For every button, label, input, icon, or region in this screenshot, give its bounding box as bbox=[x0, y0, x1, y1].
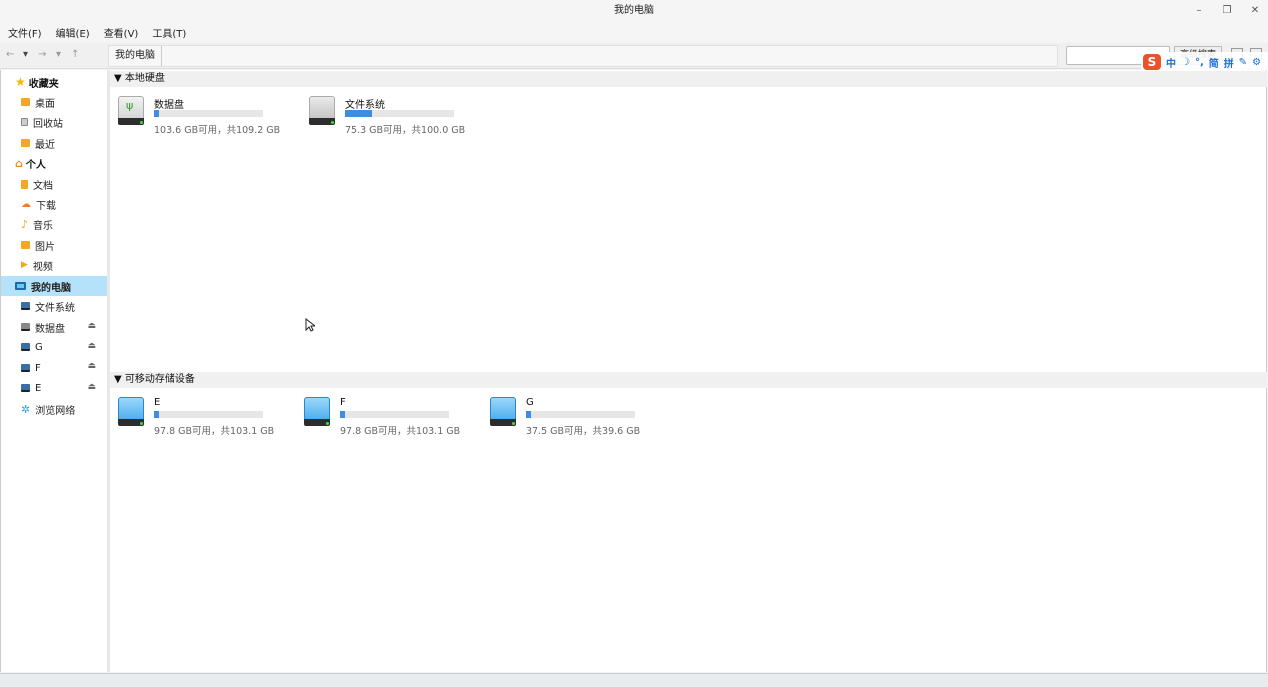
usage-bar bbox=[154, 110, 263, 117]
punctuation-icon[interactable]: °, bbox=[1195, 57, 1204, 68]
section-local-disks[interactable]: ▼ 本地硬盘 bbox=[110, 71, 1267, 87]
toolbar: ← ▾ → ▾ ↑ 我的电脑 高级搜索 bbox=[0, 43, 1268, 69]
close-icon[interactable]: ✕ bbox=[1250, 6, 1260, 16]
menu-bar: 文件(F) 编辑(E) 查看(V) 工具(T) bbox=[0, 22, 1268, 42]
sidebar-item-music[interactable]: ♪ 音乐 bbox=[21, 216, 53, 232]
up-icon[interactable]: ↑ bbox=[71, 49, 79, 60]
ime-chinese-mode[interactable]: 中 bbox=[1166, 55, 1176, 70]
mouse-cursor-icon bbox=[305, 318, 315, 332]
recent-icon bbox=[21, 139, 30, 147]
eject-icon[interactable]: ⏏ bbox=[87, 321, 96, 331]
drive-tile-e[interactable]: E 97.8 GB可用，共103.1 GB bbox=[110, 397, 290, 441]
drive-tile-f[interactable]: F 97.8 GB可用，共103.1 GB bbox=[296, 397, 476, 441]
drive-tile-filesystem[interactable]: 文件系统 75.3 GB可用，共100.0 GB bbox=[301, 96, 481, 140]
desktop-icon bbox=[21, 98, 30, 106]
sidebar-item-recent[interactable]: 最近 bbox=[21, 135, 55, 151]
eject-icon[interactable]: ⏏ bbox=[87, 361, 96, 371]
drive-name: F bbox=[340, 397, 346, 408]
drive-tile-data-disk[interactable]: ψ 数据盘 103.6 GB可用，共109.2 GB bbox=[110, 96, 290, 140]
usage-bar-fill bbox=[154, 110, 160, 117]
restore-icon[interactable]: ❐ bbox=[1222, 6, 1232, 16]
usage-bar bbox=[154, 411, 263, 418]
drive-name: E bbox=[154, 397, 161, 408]
drive-usage: 103.6 GB可用，共109.2 GB bbox=[154, 125, 281, 136]
sidebar: ★ 收藏夹 桌面 回收站 最近 ⌂ 个人 文档 ☁ 下载 ♪ 音乐 图片 ▶ 视… bbox=[0, 70, 107, 672]
drive-name: 数据盘 bbox=[154, 100, 184, 111]
menu-file[interactable]: 文件(F) bbox=[8, 25, 42, 40]
history-dropdown-icon[interactable]: ▾ bbox=[23, 49, 28, 60]
video-icon: ▶ bbox=[21, 260, 28, 270]
drive-name: 文件系统 bbox=[345, 100, 385, 111]
star-icon: ★ bbox=[15, 75, 26, 89]
network-icon: ✲ bbox=[21, 402, 31, 416]
drive-led bbox=[512, 422, 515, 425]
picture-icon bbox=[21, 241, 30, 249]
menu-edit[interactable]: 编辑(E) bbox=[56, 25, 90, 40]
ime-toolbar: S 中 ☽ °, 简 拼 ✎ ⚙ bbox=[1141, 52, 1268, 72]
ime-pinyin[interactable]: 拼 bbox=[1224, 55, 1234, 70]
usage-bar bbox=[345, 110, 454, 117]
usb-symbol-icon: ψ bbox=[126, 99, 134, 112]
window-title: 我的电脑 bbox=[614, 5, 654, 16]
drive-led bbox=[326, 422, 329, 425]
sogou-logo-icon[interactable]: S bbox=[1143, 54, 1161, 70]
sidebar-item-downloads[interactable]: ☁ 下载 bbox=[21, 196, 56, 212]
title-bar: 我的电脑 – ❐ ✕ bbox=[0, 0, 1268, 22]
sidebar-favorites-header[interactable]: ★ 收藏夹 bbox=[15, 74, 59, 90]
music-icon: ♪ bbox=[21, 217, 29, 231]
main-content: ▼ 本地硬盘 ψ 数据盘 103.6 GB可用，共109.2 GB 文件系统 7… bbox=[110, 70, 1267, 672]
drive-icon bbox=[21, 364, 30, 372]
usage-bar bbox=[340, 411, 449, 418]
sidebar-item-filesystem[interactable]: 文件系统 bbox=[21, 298, 75, 314]
drive-tile-g[interactable]: G 37.5 GB可用，共39.6 GB bbox=[482, 397, 662, 441]
document-icon bbox=[21, 179, 28, 189]
sidebar-personal-header[interactable]: ⌂ 个人 bbox=[15, 155, 46, 171]
usage-bar-fill bbox=[154, 411, 160, 418]
monitor-icon bbox=[15, 282, 26, 290]
usage-bar-fill bbox=[345, 110, 373, 117]
sidebar-item-my-computer[interactable]: 我的电脑 bbox=[1, 276, 107, 296]
usage-bar-fill bbox=[340, 411, 346, 418]
drive-icon bbox=[21, 343, 30, 351]
drive-usage: 37.5 GB可用，共39.6 GB bbox=[526, 426, 641, 437]
sidebar-item-network[interactable]: ✲ 浏览网络 bbox=[21, 401, 75, 417]
trash-icon bbox=[21, 118, 28, 126]
usage-bar-fill bbox=[526, 411, 532, 418]
home-icon: ⌂ bbox=[15, 156, 23, 170]
forward-icon[interactable]: → bbox=[38, 49, 46, 60]
drive-name: G bbox=[526, 397, 534, 408]
download-icon: ☁ bbox=[21, 198, 31, 210]
drive-led bbox=[331, 121, 334, 124]
drive-led bbox=[140, 422, 143, 425]
menu-tools[interactable]: 工具(T) bbox=[152, 25, 186, 40]
back-icon[interactable]: ← bbox=[6, 49, 14, 60]
settings-icon[interactable]: ⚙ bbox=[1252, 57, 1261, 68]
pen-icon[interactable]: ✎ bbox=[1239, 57, 1247, 68]
section-removable-devices[interactable]: ▼ 可移动存储设备 bbox=[110, 372, 1267, 388]
address-bar[interactable]: 我的电脑 bbox=[108, 45, 1058, 67]
drive-icon bbox=[21, 323, 30, 331]
drive-usage: 97.8 GB可用，共103.1 GB bbox=[154, 426, 275, 437]
usage-bar bbox=[526, 411, 635, 418]
minimize-icon[interactable]: – bbox=[1194, 6, 1204, 16]
sidebar-item-pictures[interactable]: 图片 bbox=[21, 237, 55, 253]
forward-dropdown-icon[interactable]: ▾ bbox=[56, 49, 61, 60]
sidebar-item-trash[interactable]: 回收站 bbox=[21, 114, 63, 130]
sidebar-item-videos[interactable]: ▶ 视频 bbox=[21, 257, 53, 273]
drive-led bbox=[140, 121, 143, 124]
drive-icon bbox=[21, 302, 30, 310]
moon-icon[interactable]: ☽ bbox=[1181, 57, 1190, 68]
breadcrumb-my-computer[interactable]: 我的电脑 bbox=[109, 46, 162, 66]
eject-icon[interactable]: ⏏ bbox=[87, 341, 96, 351]
drive-usage: 97.8 GB可用，共103.1 GB bbox=[340, 426, 461, 437]
drive-usage: 75.3 GB可用，共100.0 GB bbox=[345, 125, 466, 136]
ime-simplified[interactable]: 简 bbox=[1209, 55, 1219, 70]
menu-view[interactable]: 查看(V) bbox=[104, 25, 139, 40]
sidebar-item-documents[interactable]: 文档 bbox=[21, 176, 53, 192]
sidebar-item-desktop[interactable]: 桌面 bbox=[21, 94, 55, 110]
status-bar bbox=[0, 673, 1268, 687]
eject-icon[interactable]: ⏏ bbox=[87, 382, 96, 392]
drive-icon bbox=[21, 384, 30, 392]
